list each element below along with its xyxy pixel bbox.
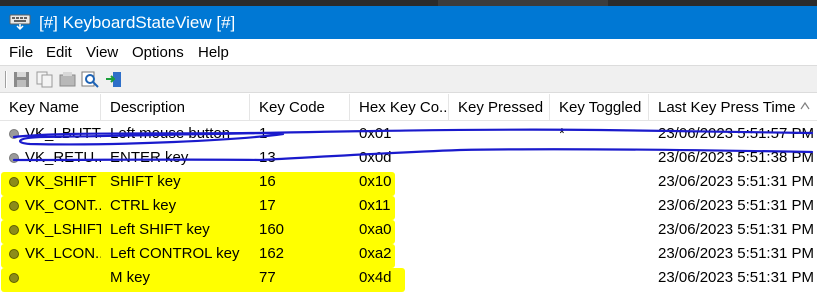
cell-description: M key [110, 269, 151, 286]
cell-hex-key-code: 0x01 [359, 125, 392, 142]
column-key-code[interactable]: Key Code [250, 94, 350, 121]
menu-view[interactable]: View [86, 44, 118, 61]
cell-description: Left CONTROL key [110, 245, 240, 262]
column-key-pressed[interactable]: Key Pressed [449, 94, 550, 121]
cell-key-pressed [449, 170, 550, 194]
cell-hex-key-code: 0x4d [359, 269, 392, 286]
cell-key-name: VK_CONT... [25, 197, 101, 214]
table-row[interactable]: VK_LBUTT... Left mouse button 1 0x01 * 2… [0, 122, 817, 146]
cell-description: SHIFT key [110, 173, 181, 190]
list-header: Key Name Description Key Code Hex Key Co… [0, 94, 817, 121]
cell-key-toggled [550, 194, 649, 218]
cell-key-code: 13 [259, 149, 276, 166]
cell-last-key-press-time: 23/06/2023 5:51:31 PM [658, 221, 814, 238]
table-row[interactable]: VK_LCON... Left CONTROL key 162 0xa2 23/… [0, 242, 817, 266]
cell-hex-key-code: 0x10 [359, 173, 392, 190]
cell-hex-key-code: 0x11 [359, 197, 391, 214]
table-row[interactable]: VK_RETU... ENTER key 13 0x0d 23/06/2023 … [0, 146, 817, 170]
cell-key-name: VK_LCON... [25, 245, 101, 262]
cell-key-toggled [550, 170, 649, 194]
cell-description: Left mouse button [110, 125, 231, 142]
table-row[interactable]: M key 77 0x4d 23/06/2023 5:51:31 PM [0, 266, 817, 290]
cell-description: ENTER key [110, 149, 189, 166]
toolbar [0, 65, 817, 93]
table-row[interactable]: VK_SHIFT SHIFT key 16 0x10 23/06/2023 5:… [0, 170, 817, 194]
app-keyboard-icon [9, 14, 31, 31]
cell-key-pressed [449, 146, 550, 170]
exit-icon[interactable] [104, 70, 123, 89]
cell-key-toggled [550, 266, 649, 290]
cell-key-name: VK_RETU... [25, 149, 101, 166]
cell-key-toggled [550, 242, 649, 266]
copy-icon[interactable] [35, 70, 54, 89]
cell-key-toggled [550, 218, 649, 242]
cell-description: Left SHIFT key [110, 221, 210, 238]
save-icon[interactable] [12, 70, 31, 89]
cell-key-code: 17 [259, 197, 276, 214]
cell-key-toggled [550, 146, 649, 170]
title-bar[interactable]: [#] KeyboardStateView [#] [0, 6, 817, 39]
cell-key-name: VK_LSHIFT [25, 221, 101, 238]
cell-hex-key-code: 0xa2 [359, 245, 392, 262]
cell-key-pressed [449, 218, 550, 242]
cell-hex-key-code: 0x0d [359, 149, 392, 166]
find-icon[interactable] [81, 70, 100, 89]
toolbar-grip [5, 71, 7, 88]
cell-key-code: 162 [259, 245, 285, 262]
column-last-key-press-time[interactable]: Last Key Press Time [649, 94, 817, 121]
cell-key-name [16, 266, 101, 290]
table-row[interactable]: VK_CONT... CTRL key 17 0x11 23/06/2023 5… [0, 194, 817, 218]
cell-key-pressed [449, 266, 550, 290]
cell-key-pressed [449, 122, 550, 146]
cell-last-key-press-time: 23/06/2023 5:51:31 PM [658, 245, 814, 262]
menu-bar: File Edit View Options Help [0, 39, 817, 65]
cell-key-pressed [449, 242, 550, 266]
properties-icon[interactable] [58, 70, 77, 89]
column-hex-key-code[interactable]: Hex Key Co... [350, 94, 449, 121]
table-row[interactable]: VK_LSHIFT Left SHIFT key 160 0xa0 23/06/… [0, 218, 817, 242]
cell-last-key-press-time: 23/06/2023 5:51:38 PM [658, 149, 814, 166]
menu-options[interactable]: Options [132, 44, 184, 61]
cell-key-toggled: * [559, 125, 565, 142]
menu-file[interactable]: File [9, 44, 33, 61]
cell-key-code: 16 [259, 173, 276, 190]
menu-edit[interactable]: Edit [46, 44, 72, 61]
key-list: VK_LBUTT... Left mouse button 1 0x01 * 2… [0, 122, 817, 294]
column-description[interactable]: Description [101, 94, 250, 121]
cell-key-code: 1 [259, 125, 268, 142]
column-key-toggled[interactable]: Key Toggled [550, 94, 649, 121]
window-title: [#] KeyboardStateView [#] [39, 13, 236, 32]
cell-key-code: 160 [259, 221, 285, 238]
cell-key-code: 77 [259, 269, 276, 286]
sort-ascending-icon [800, 101, 810, 110]
cell-key-name: VK_LBUTT... [25, 125, 101, 142]
cell-last-key-press-time: 23/06/2023 5:51:31 PM [658, 269, 814, 286]
cell-key-name: VK_SHIFT [25, 173, 97, 190]
cell-key-pressed [449, 194, 550, 218]
cell-hex-key-code: 0xa0 [359, 221, 392, 238]
menu-help[interactable]: Help [198, 44, 229, 61]
cell-last-key-press-time: 23/06/2023 5:51:31 PM [658, 197, 814, 214]
column-key-name[interactable]: Key Name [0, 94, 101, 121]
cell-last-key-press-time: 23/06/2023 5:51:31 PM [658, 173, 814, 190]
cell-description: CTRL key [110, 197, 177, 214]
cell-last-key-press-time: 23/06/2023 5:51:57 PM [658, 125, 814, 142]
